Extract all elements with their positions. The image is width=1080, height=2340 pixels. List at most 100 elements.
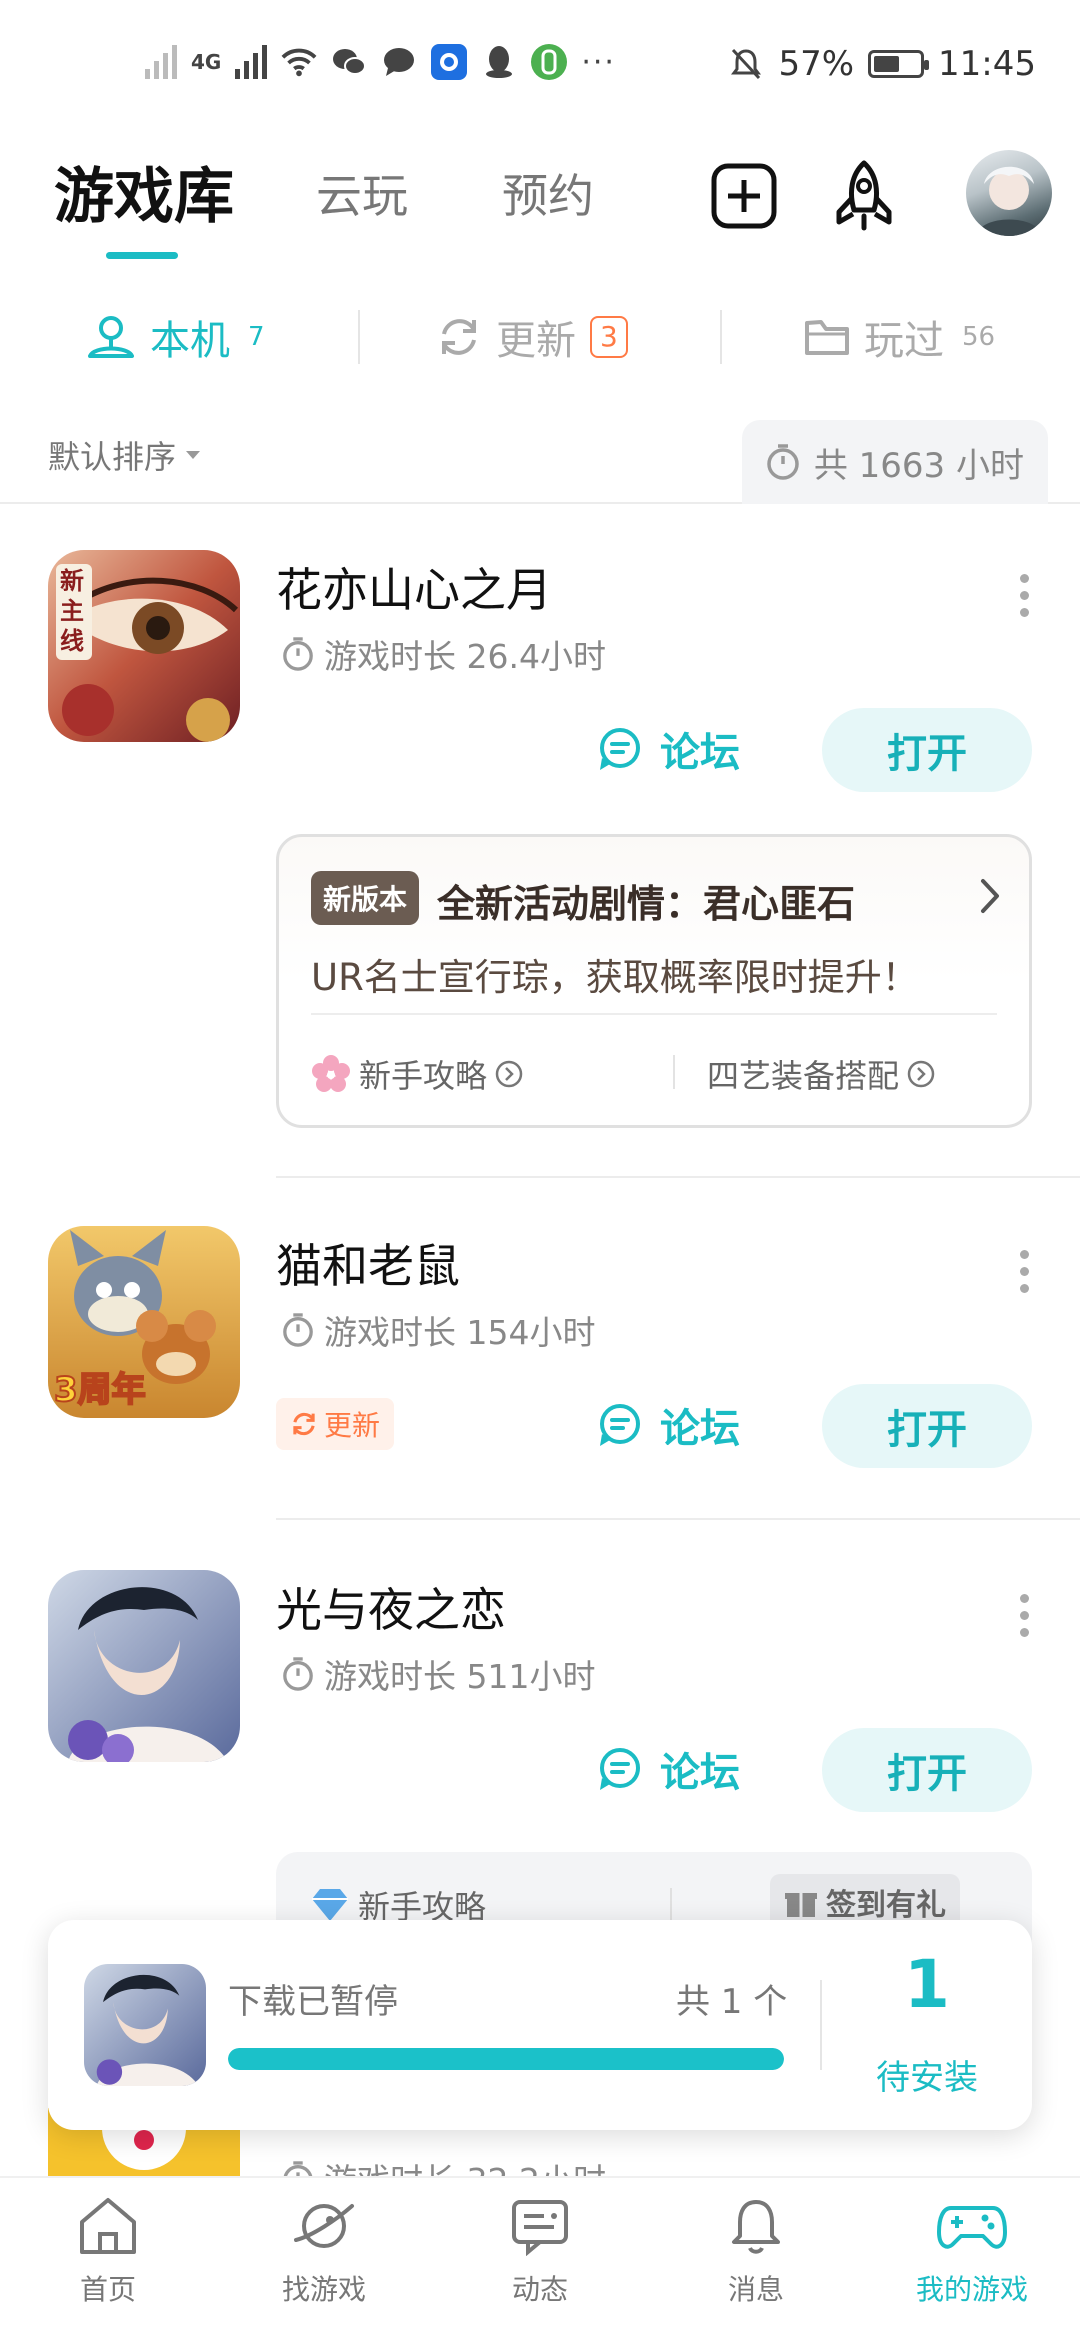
status-right: 57% 11:45: [728, 44, 1036, 84]
tab-game-library[interactable]: 游戏库: [54, 148, 234, 235]
beginner-guide-link[interactable]: 新手攻略: [311, 1051, 523, 1097]
arrow-circle-icon: [907, 1060, 935, 1088]
subtab-local[interactable]: 本机 7: [86, 308, 265, 366]
download-progress-bar: [228, 2048, 784, 2070]
refresh-icon: [442, 319, 476, 355]
status-left: 4G ···: [145, 44, 616, 80]
subtab-updates-label: 更新: [496, 318, 576, 364]
wechat-icon: [331, 44, 367, 80]
new-version-tag: 新版本: [311, 871, 420, 925]
subtab-local-count: 7: [248, 322, 265, 352]
arrow-circle-icon: [495, 1060, 523, 1088]
forum-label: 论坛: [660, 1406, 740, 1452]
subtab-played-count: 56: [962, 322, 996, 352]
diamond-icon: [312, 1889, 348, 1921]
mute-icon: [728, 46, 764, 82]
equipment-guide-link[interactable]: 四艺装备搭配: [707, 1051, 935, 1097]
game-playtime: 游戏时长 154小时: [282, 1306, 595, 1354]
update-badge-label: 更新: [324, 1409, 381, 1442]
beginner-guide-label: 新手攻略: [359, 1057, 488, 1095]
open-button[interactable]: 打开: [822, 708, 1032, 792]
add-button[interactable]: [706, 158, 782, 234]
forum-icon: [600, 1748, 640, 1790]
event-title: 全新活动剧情：君心匪石: [437, 882, 856, 926]
update-badge[interactable]: 更新: [276, 1398, 395, 1450]
download-progress-fill: [228, 2048, 784, 2070]
game-name[interactable]: 花亦山心之月: [276, 554, 552, 620]
sort-dropdown[interactable]: 默认排序: [48, 432, 202, 478]
bottom-nav: 首页 找游戏 动态 消息 我的游戏: [0, 2176, 1080, 2340]
subtab-played[interactable]: 玩过 56: [804, 308, 995, 366]
nav-find-games-label: 找游戏: [281, 2273, 366, 2306]
nav-my-games[interactable]: 我的游戏: [864, 2196, 1080, 2308]
game-playtime: 游戏时长 26.4小时: [282, 630, 606, 678]
tab-cloud-play[interactable]: 云玩: [316, 160, 408, 226]
nav-messages[interactable]: 消息: [648, 2196, 864, 2308]
chevron-right-icon[interactable]: [979, 877, 1001, 919]
avatar[interactable]: [966, 150, 1052, 236]
caret-down-icon: [186, 451, 201, 459]
message-icon: [381, 44, 417, 80]
speedup-button[interactable]: [826, 158, 902, 234]
game-icon-label: 新主线: [60, 567, 84, 655]
nav-feed[interactable]: 动态: [432, 2196, 648, 2308]
subtab-updates[interactable]: 更新 3: [436, 308, 628, 366]
stopwatch-icon: [283, 637, 313, 671]
forum-button[interactable]: 论坛: [596, 1740, 740, 1798]
clock: 11:45: [938, 44, 1036, 84]
download-count: 共 1 个: [676, 1982, 788, 2022]
subtab-divider: [358, 310, 360, 364]
device-icon: [88, 316, 134, 358]
tab-reservation[interactable]: 预约: [502, 160, 594, 226]
game-playtime-label: 游戏时长 26.4小时: [324, 637, 606, 676]
status-bar: 4G ··· 57% 11:45: [0, 0, 1080, 130]
download-panel[interactable]: 下载已暂停 共 1 个 1 待安装: [48, 1920, 1032, 2130]
signal-icon: [145, 45, 177, 79]
open-button[interactable]: 打开: [822, 1728, 1032, 1812]
forum-button[interactable]: 论坛: [596, 720, 740, 778]
event-card[interactable]: 新版本 全新活动剧情：君心匪石 UR名士宣行琮，获取概率限时提升！ 新手攻略 四…: [276, 834, 1032, 1128]
network-label: 4G: [191, 50, 222, 74]
forum-label: 论坛: [660, 1750, 740, 1796]
event-divider: [311, 1013, 997, 1015]
forum-button[interactable]: 论坛: [596, 1396, 740, 1454]
wifi-icon: [281, 44, 317, 80]
refresh-icon: [293, 1412, 315, 1436]
battery-icon: [868, 50, 930, 78]
nav-home[interactable]: 首页: [0, 2196, 216, 2308]
chat-icon: [512, 2200, 568, 2256]
add-icon: [711, 163, 777, 229]
bell-icon: [732, 2200, 780, 2254]
more-options-icon[interactable]: [1018, 574, 1030, 617]
pending-install-label[interactable]: 待安装: [822, 2050, 1032, 2099]
sign-in-gift-label: 签到有礼: [826, 1888, 946, 1923]
nav-feed-label: 动态: [511, 2273, 568, 2306]
phone-manager-icon: [531, 44, 568, 80]
game-icon-light-and-night[interactable]: [48, 1570, 240, 1762]
nav-my-games-label: 我的游戏: [915, 2273, 1028, 2306]
game-icon-tom-and-jerry[interactable]: 3周年: [48, 1226, 240, 1418]
game-playtime-label: 游戏时长 511小时: [324, 1657, 596, 1696]
app-notification-icon: [431, 44, 468, 80]
total-playtime: 共 1663 小时: [741, 420, 1048, 504]
planet-icon: [294, 2204, 354, 2248]
game-icon-huayishan[interactable]: 新主线: [48, 550, 240, 742]
total-playtime-label: 共 1663 小时: [813, 445, 1024, 486]
open-button[interactable]: 打开: [822, 1384, 1032, 1468]
game-name[interactable]: 猫和老鼠: [276, 1230, 460, 1296]
game-name[interactable]: 光与夜之恋: [276, 1574, 506, 1640]
subtab-divider: [720, 310, 722, 364]
nav-find-games[interactable]: 找游戏: [216, 2196, 432, 2308]
download-status: 下载已暂停: [228, 1982, 398, 2022]
battery-fill: [874, 56, 900, 72]
more-options-icon[interactable]: [1018, 1594, 1030, 1637]
more-options-icon[interactable]: [1018, 1250, 1030, 1293]
subtab-local-label: 本机: [150, 318, 230, 364]
header: 游戏库 云玩 预约: [0, 140, 1080, 270]
pending-install-count[interactable]: 1: [822, 1946, 1032, 2023]
card-link-divider: [670, 1888, 672, 1922]
event-subtitle: UR名士宣行琮，获取概率限时提升！: [311, 956, 919, 999]
battery-percent: 57%: [778, 44, 855, 84]
forum-icon: [600, 1404, 640, 1446]
gamepad-icon: [937, 2206, 1007, 2249]
